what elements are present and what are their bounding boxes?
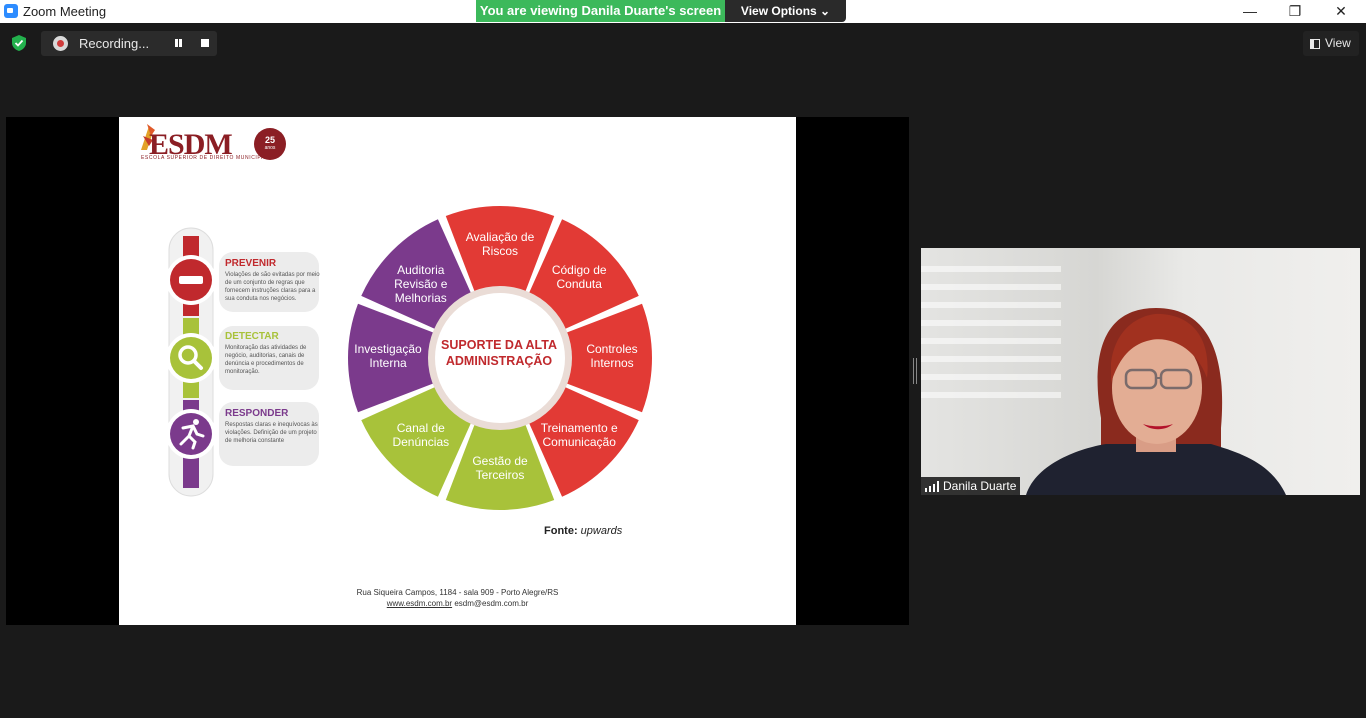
screen-share-banner: You are viewing Danila Duarte's screen [476,0,725,22]
connection-signal-icon [925,481,939,492]
panel-resize-handle[interactable] [913,358,917,384]
anniversary-badge: 25 anos [254,128,286,160]
stage-detectar-title: DETECTAR [225,331,279,342]
source-value: upwards [580,525,623,537]
stage-responder-desc: Respostas claras e inequívocas às violaç… [225,422,318,444]
presentation-slide: ESDM ESCOLA SUPERIOR DE DIREITO MUNICIPA… [119,117,796,625]
view-options-button[interactable]: View Options ⌄ [725,0,846,22]
wheel-segment-label: Auditoria Revisão e Melhorias [394,262,448,305]
wheel-segment-label: Código de Conduta [551,262,607,291]
close-button[interactable]: ✕ [1330,2,1352,20]
wheel-segment-label: Gestão de Terceiros [472,454,528,482]
wheel-center-label: SUPORTE DA ALTA ADMINISTRAÇÃO [441,338,557,368]
participant-name: Danila Duarte [943,479,1017,493]
wheel-segment-label: Treinamento e Comunicação [540,421,618,450]
source-label: Fonte: [544,525,578,537]
restore-button[interactable]: ❐ [1284,2,1306,20]
window-title: Zoom Meeting [23,4,107,19]
security-shield-icon[interactable] [10,34,28,52]
footer-contacts: www.esdm.com.br esdm@esdm.com.br [119,599,796,608]
view-layout-icon [1310,39,1320,49]
badge-anos: anos [264,145,276,151]
pause-recording-icon[interactable] [173,38,183,48]
stage-prevenir-title: PREVENIR [225,258,277,269]
recording-label: Recording... [79,36,150,51]
magnifier-icon [170,337,212,379]
stage-responder-title: RESPONDER [225,408,289,419]
stage-detectar-desc: Monitoração das atividades de negócio, a… [225,345,307,375]
footer-email: esdm@esdm.com.br [454,599,529,608]
shared-screen: ESDM ESCOLA SUPERIOR DE DIREITO MUNICIPA… [6,117,909,625]
stage-prevenir-desc: Violações de são evitadas por meio de um… [225,272,320,302]
participant-name-tag: Danila Duarte [921,477,1021,495]
zoom-app-icon [4,4,18,18]
view-label: View [1325,36,1351,50]
wheel-segment-label: Controles Internos [586,342,638,370]
wheel-segment-label: Avaliação de Riscos [465,230,535,258]
badge-number: 25 [264,135,275,145]
participant-video-tile[interactable]: Danila Duarte [921,248,1360,495]
title-bar: Zoom Meeting You are viewing Danila Duar… [0,0,1366,23]
footer-address: Rua Siqueira Campos, 1184 - sala 909 - P… [356,588,559,597]
view-button[interactable]: View [1303,31,1359,56]
recording-icon [53,36,68,51]
source-note: Fonte: upwards [544,525,622,537]
wheel-segment-label: Canal de Denúncias [392,421,450,450]
logo-subtitle: ESCOLA SUPERIOR DE DIREITO MUNICIPAL [141,155,269,161]
participant-portrait [1026,308,1286,495]
footer-website-link: www.esdm.com.br [386,599,453,608]
stop-recording-icon[interactable] [201,39,209,47]
wheel-segment-label: Investigação Interna [354,342,422,370]
minimize-button[interactable]: — [1239,2,1261,20]
recording-indicator: Recording... [41,31,217,56]
